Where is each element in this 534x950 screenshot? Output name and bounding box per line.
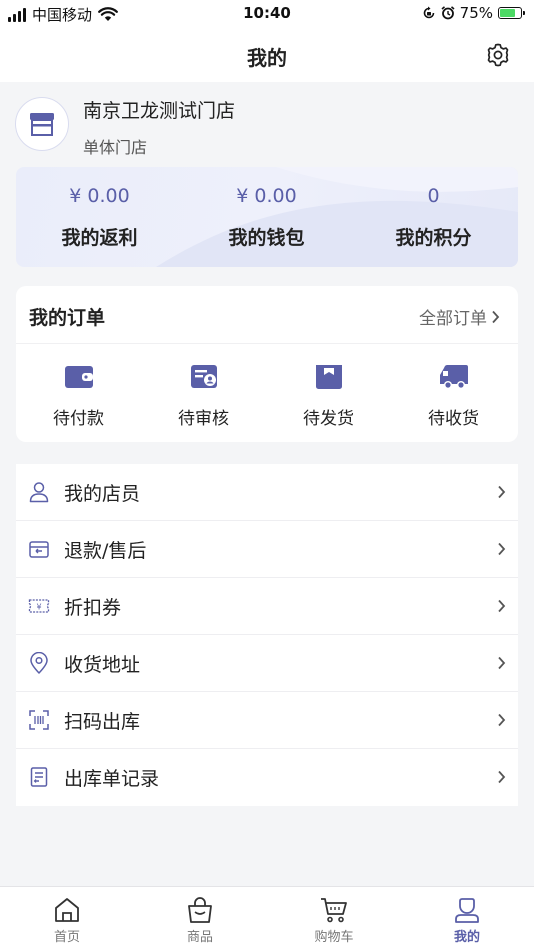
store-type: 单体门店 <box>83 138 148 157</box>
return-box-icon <box>29 541 49 558</box>
chevron-right-icon <box>498 599 506 613</box>
stat-wallet-label: 我的钱包 <box>228 227 305 249</box>
stat-points-label: 我的积分 <box>395 227 472 249</box>
cart-icon <box>321 898 347 923</box>
order-pending-payment[interactable]: 待付款 <box>16 362 141 429</box>
tab-home[interactable]: 首页 <box>27 895 107 945</box>
menu-label-scan-outbound: 扫码出库 <box>64 711 141 733</box>
status-right: 75% <box>422 4 525 22</box>
location-pin-icon <box>30 652 48 674</box>
page-title: 我的 <box>247 46 287 70</box>
svg-text:¥: ¥ <box>36 603 41 612</box>
scan-icon <box>29 710 49 730</box>
tab-mine[interactable]: 我的 <box>427 895 507 945</box>
order-pending-review[interactable]: 待审核 <box>141 362 266 429</box>
wallet-icon <box>64 366 93 388</box>
orders-header: 我的订单 全部订单 <box>16 286 518 344</box>
storefront-icon <box>30 113 54 136</box>
alarm-clock-icon <box>441 6 455 20</box>
menu-label-address: 收货地址 <box>64 654 141 676</box>
tab-cart-label: 购物车 <box>314 930 354 945</box>
tab-bar: 首页 商品 购物车 我的 <box>0 886 534 950</box>
menu-item-refund[interactable]: 退款/售后 <box>16 521 518 578</box>
battery-icon <box>498 7 525 19</box>
shopping-bag-icon <box>188 897 212 923</box>
stat-points-value: 0 <box>427 185 440 207</box>
coupon-icon: ¥ <box>28 599 50 613</box>
home-icon <box>55 898 79 922</box>
chevron-right-icon <box>492 310 500 323</box>
stat-rebate-label: 我的返利 <box>61 227 138 249</box>
chevron-right-icon <box>498 713 506 727</box>
stat-rebate[interactable]: ¥ 0.00 我的返利 <box>16 185 183 250</box>
stat-points[interactable]: 0 我的积分 <box>350 185 517 250</box>
battery-percent: 75% <box>459 4 493 22</box>
tab-home-label: 首页 <box>53 930 80 945</box>
menu-item-outbound-records[interactable]: 出库单记录 <box>16 749 518 806</box>
menu-list: 我的店员 退款/售后 ¥ 折扣券 收货地址 扫码出库 出库单记录 <box>16 464 518 806</box>
store-header: 南京卫龙测试门店 单体门店 <box>0 82 534 172</box>
stat-wallet[interactable]: ¥ 0.00 我的钱包 <box>183 185 350 250</box>
chevron-right-icon <box>498 542 506 556</box>
tab-cart[interactable]: 购物车 <box>294 895 374 945</box>
orders-card: 我的订单 全部订单 待付款 待审核 待发货 待收货 <box>16 286 518 442</box>
all-orders-link[interactable]: 全部订单 <box>419 304 500 329</box>
order-pending-review-label: 待审核 <box>178 409 229 429</box>
orders-title: 我的订单 <box>29 307 106 329</box>
menu-label-outbound-records: 出库单记录 <box>64 768 160 790</box>
orientation-lock-icon <box>423 6 434 19</box>
menu-label-coupon: 折扣券 <box>64 597 122 619</box>
chevron-right-icon <box>498 656 506 670</box>
review-card-icon <box>190 365 217 388</box>
delivery-truck-icon <box>439 365 468 389</box>
person-icon <box>29 482 49 503</box>
status-bar: 中国移动 10:40 75% <box>0 0 534 28</box>
order-pending-receipt-label: 待收货 <box>428 409 479 429</box>
store-name: 南京卫龙测试门店 <box>83 100 236 122</box>
chevron-right-icon <box>498 485 506 499</box>
menu-label-my-staff: 我的店员 <box>64 483 141 505</box>
menu-item-my-staff[interactable]: 我的店员 <box>16 464 518 521</box>
tab-mine-label: 我的 <box>453 930 480 945</box>
menu-item-address[interactable]: 收货地址 <box>16 635 518 692</box>
stat-wallet-value: ¥ 0.00 <box>236 185 297 207</box>
stats-card: ¥ 0.00 我的返利 ¥ 0.00 我的钱包 0 我的积分 <box>16 167 518 267</box>
all-orders-label: 全部订单 <box>419 309 487 329</box>
package-box-icon <box>315 365 342 389</box>
order-pending-receipt[interactable]: 待收货 <box>391 362 516 429</box>
menu-item-scan-outbound[interactable]: 扫码出库 <box>16 692 518 749</box>
record-list-icon <box>30 767 48 787</box>
stat-rebate-value: ¥ 0.00 <box>69 185 130 207</box>
menu-item-coupon[interactable]: ¥ 折扣券 <box>16 578 518 635</box>
order-pending-shipment-label: 待发货 <box>303 409 354 429</box>
order-pending-shipment[interactable]: 待发货 <box>266 362 391 429</box>
order-pending-payment-label: 待付款 <box>53 409 104 429</box>
chevron-right-icon <box>498 770 506 784</box>
tab-products-label: 商品 <box>186 930 213 945</box>
store-avatar[interactable] <box>15 97 69 151</box>
tab-products[interactable]: 商品 <box>160 895 240 945</box>
user-profile-icon <box>455 898 479 923</box>
settings-gear-icon[interactable] <box>484 41 512 69</box>
nav-bar: 我的 <box>0 28 534 82</box>
menu-label-refund: 退款/售后 <box>64 540 147 562</box>
